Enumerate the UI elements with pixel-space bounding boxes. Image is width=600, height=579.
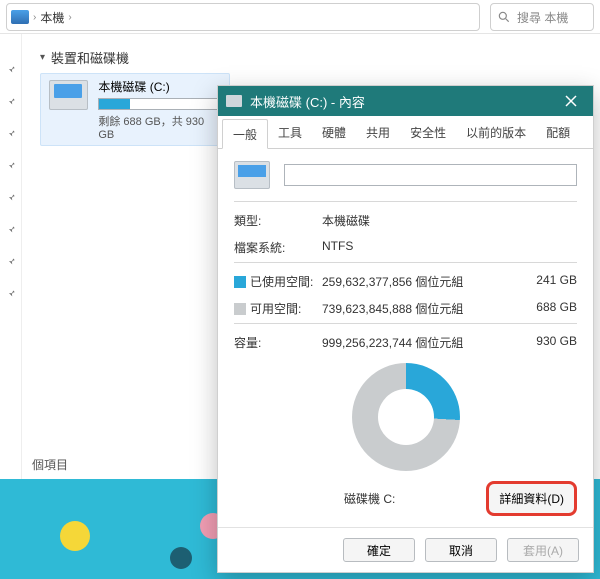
cancel-button[interactable]: 取消 — [425, 538, 497, 562]
search-placeholder: 搜尋 本機 — [517, 9, 568, 26]
dialog-title: 本機磁碟 (C:) - 內容 — [250, 92, 365, 111]
usage-bar — [98, 98, 218, 110]
dialog-body: 類型: 本機磁碟 檔案系統: NTFS 已使用空間: 259,632,377,8… — [218, 149, 593, 527]
drive-letter-label: 磁碟機 C: — [344, 490, 395, 507]
chevron-right-icon: › — [68, 12, 71, 23]
breadcrumb[interactable]: › 本機 › — [6, 3, 480, 31]
pin-icon — [6, 288, 16, 298]
pin-icon — [6, 96, 16, 106]
donut-chart — [352, 363, 460, 471]
tab-general[interactable]: 一般 — [222, 119, 268, 149]
type-value: 本機磁碟 — [322, 212, 569, 229]
search-icon — [497, 10, 511, 24]
status-items: 個項目 — [32, 456, 68, 473]
apply-button[interactable]: 套用(A) — [507, 538, 579, 562]
chevron-right-icon: › — [33, 12, 36, 23]
pin-icon — [6, 128, 16, 138]
tab-sharing[interactable]: 共用 — [356, 118, 400, 148]
tab-tools[interactable]: 工具 — [268, 118, 312, 148]
pin-icon — [6, 192, 16, 202]
fs-label: 檔案系統: — [234, 239, 314, 256]
used-bytes: 259,632,377,856 個位元組 — [322, 273, 528, 290]
address-bar: › 本機 › 搜尋 本機 — [0, 0, 600, 34]
used-swatch — [234, 276, 246, 288]
free-gb: 688 GB — [536, 300, 577, 317]
pin-icon — [6, 224, 16, 234]
close-button[interactable] — [557, 86, 585, 116]
properties-dialog: 本機磁碟 (C:) - 內容 一般 工具 硬體 共用 安全性 以前的版本 配額 … — [217, 85, 594, 573]
type-label: 類型: — [234, 212, 314, 229]
tab-quota[interactable]: 配額 — [536, 118, 580, 148]
dialog-buttons: 確定 取消 套用(A) — [218, 527, 593, 572]
free-bytes: 739,623,845,888 個位元組 — [322, 300, 528, 317]
cap-label: 容量: — [234, 334, 314, 351]
titlebar[interactable]: 本機磁碟 (C:) - 內容 — [218, 86, 593, 116]
search-input[interactable]: 搜尋 本機 — [490, 3, 594, 31]
pin-icon — [6, 256, 16, 266]
fs-value: NTFS — [322, 239, 569, 256]
pin-icon — [6, 64, 16, 74]
used-label: 已使用空間: — [250, 275, 313, 289]
cap-bytes: 999,256,223,744 個位元組 — [322, 334, 528, 351]
usage-donut — [234, 357, 577, 473]
disk-large-icon — [234, 161, 270, 189]
close-icon — [565, 95, 577, 107]
used-gb: 241 GB — [536, 273, 577, 290]
free-label: 可用空間: — [250, 302, 301, 316]
tab-prevver[interactable]: 以前的版本 — [456, 118, 536, 148]
details-button[interactable]: 詳細資料(D) — [486, 481, 577, 516]
tabs: 一般 工具 硬體 共用 安全性 以前的版本 配額 — [218, 116, 593, 149]
drive-item[interactable]: 本機磁碟 (C:) 剩餘 688 GB，共 930 GB — [40, 73, 230, 146]
section-title: 裝置和磁碟機 — [51, 48, 129, 67]
disk-icon — [226, 95, 242, 107]
free-swatch — [234, 303, 246, 315]
drive-subtext: 剩餘 688 GB，共 930 GB — [98, 113, 221, 141]
section-header[interactable]: ▾ 裝置和磁碟機 — [40, 48, 582, 67]
volume-name-input[interactable] — [284, 164, 577, 186]
pin-icon — [6, 160, 16, 170]
ok-button[interactable]: 確定 — [343, 538, 415, 562]
tab-hardware[interactable]: 硬體 — [312, 118, 356, 148]
breadcrumb-root[interactable]: 本機 — [40, 9, 64, 26]
pc-icon — [11, 10, 29, 24]
drive-name: 本機磁碟 (C:) — [98, 78, 221, 95]
drive-icon — [49, 80, 88, 110]
tab-security[interactable]: 安全性 — [400, 118, 456, 148]
chevron-down-icon: ▾ — [40, 52, 45, 63]
cap-gb: 930 GB — [536, 334, 577, 351]
